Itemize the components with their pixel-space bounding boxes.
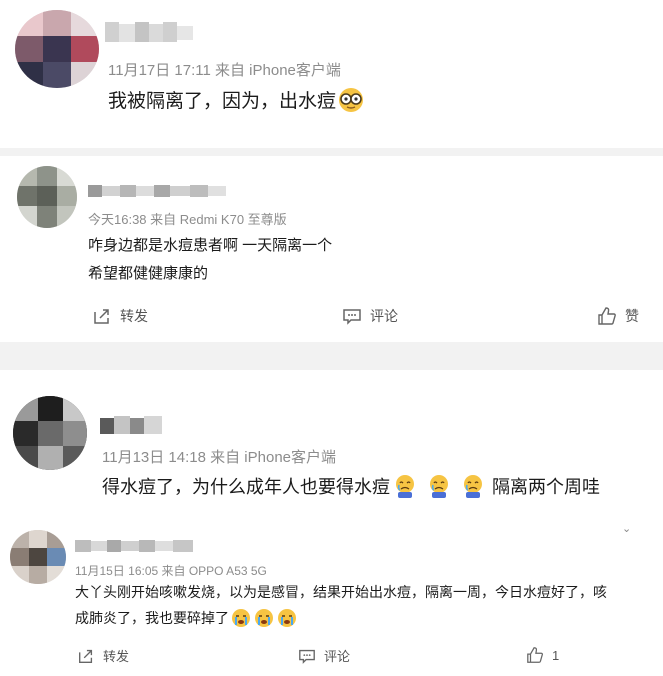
comment-label: 评论: [370, 308, 398, 324]
post-meta: 11月17日 17:11 来自 iPhone客户端: [108, 62, 341, 79]
avatar[interactable]: [15, 10, 99, 88]
like-button[interactable]: 1: [526, 646, 559, 664]
post-meta: 11月15日 16:05 来自 OPPO A53 5G: [75, 564, 267, 578]
username-blurred[interactable]: [75, 538, 193, 554]
comment-button[interactable]: 评论: [298, 646, 350, 665]
avatar[interactable]: [10, 530, 66, 584]
crying-face-icon: [392, 473, 418, 499]
repost-button[interactable]: 转发: [92, 306, 148, 326]
like-button[interactable]: 赞: [597, 306, 639, 326]
post-text-line-2: 希望都健健康康的: [88, 265, 209, 282]
like-count: 1: [552, 647, 560, 663]
post-text-line-2: 成肺炎了，我也要碎掉了: [75, 607, 298, 629]
username-blurred[interactable]: [88, 183, 226, 199]
repost-label: 转发: [103, 649, 130, 664]
username-blurred[interactable]: [100, 414, 162, 436]
post-text-content-a: 得水痘了，为什么成年人也要得水痘: [102, 477, 390, 497]
like-label: 赞: [625, 308, 639, 324]
username-blurred[interactable]: [105, 20, 193, 44]
avatar[interactable]: [13, 396, 87, 470]
comment-label: 评论: [324, 649, 351, 664]
thumbs-up-icon: [597, 306, 617, 326]
post-1: 11月17日 17:11 来自 iPhone客户端 我被隔离了，因为，出水痘: [0, 0, 663, 148]
tears-face-icon: [230, 607, 252, 629]
repost-icon: [77, 647, 95, 665]
repost-button[interactable]: 转发: [77, 646, 129, 665]
post-meta: 11月13日 14:18 来自 iPhone客户端: [102, 449, 337, 466]
post-text-line-1: 咋身边都是水痘患者啊 一天隔离一个: [88, 237, 333, 254]
divider: [0, 342, 663, 370]
post-text-content: 我被隔离了，因为，出水痘: [108, 91, 337, 112]
post-text: 得水痘了，为什么成年人也要得水痘 隔离两个周哇: [102, 473, 600, 499]
post-text-content-b: 隔离两个周哇: [492, 477, 600, 497]
divider: [0, 148, 663, 156]
post-text-content: 成肺炎了，我也要碎掉了: [75, 610, 229, 626]
post-text: 我被隔离了，因为，出水痘: [108, 86, 364, 113]
post-3: 11月13日 14:18 来自 iPhone客户端 得水痘了，为什么成年人也要得…: [0, 370, 663, 518]
post-meta: 今天16:38 来自 Redmi K70 至尊版: [88, 212, 287, 227]
chevron-down-icon[interactable]: ⌄: [622, 522, 631, 535]
comment-button[interactable]: 评论: [342, 306, 398, 326]
glasses-face-icon: [338, 87, 364, 113]
repost-label: 转发: [120, 308, 148, 324]
comment-icon: [298, 647, 316, 665]
avatar[interactable]: [17, 166, 77, 228]
crying-face-icon: [426, 473, 452, 499]
post-text-line-1: 大丫头刚开始咳嗽发烧，以为是感冒，结果开始出水痘，隔离一周，今日水痘好了，咳: [75, 584, 607, 600]
tears-face-icon: [276, 607, 298, 629]
post-2: 今天16:38 来自 Redmi K70 至尊版 咋身边都是水痘患者啊 一天隔离…: [0, 156, 663, 342]
crying-face-icon: [460, 473, 486, 499]
comment-icon: [342, 306, 362, 326]
tears-face-icon: [253, 607, 275, 629]
post-4: ⌄ 11月15日 16:05 来自 OPPO A53 5G 大丫头刚开始咳嗽发烧…: [0, 518, 663, 676]
repost-icon: [92, 306, 112, 326]
thumbs-up-icon: [526, 646, 544, 664]
